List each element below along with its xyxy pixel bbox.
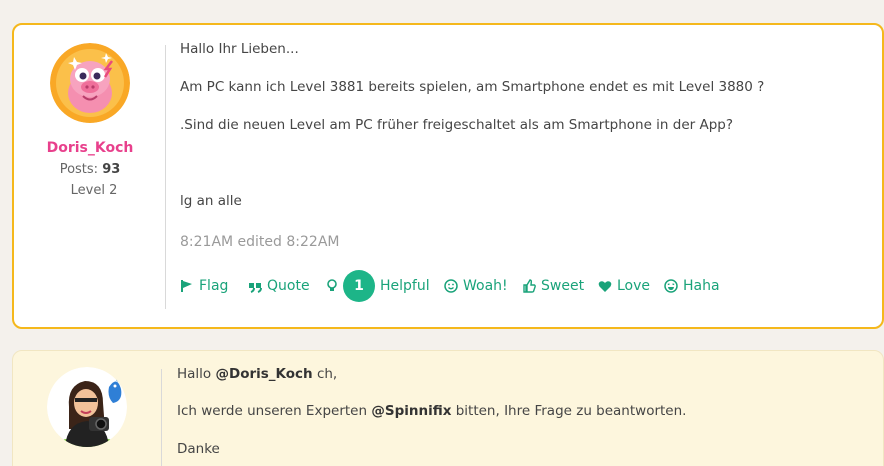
haha-label: Haha bbox=[683, 278, 720, 294]
helpful-count-badge: 1 bbox=[343, 270, 375, 302]
post-line: lg an alle bbox=[180, 193, 242, 209]
post-line: .Sind die neuen Level am PC früher freig… bbox=[180, 117, 734, 133]
post-timestamp: 8:21AM edited 8:22AM bbox=[180, 234, 340, 250]
woah-button[interactable]: Woah! bbox=[444, 270, 508, 302]
surprised-face-icon bbox=[444, 279, 458, 293]
heart-icon bbox=[598, 280, 612, 292]
thumbs-up-icon bbox=[523, 279, 536, 293]
haha-button[interactable]: Haha bbox=[664, 270, 720, 302]
mention-link[interactable]: @Doris_Koch bbox=[215, 366, 312, 382]
love-label: Love bbox=[617, 278, 651, 294]
posts-label: Posts: bbox=[59, 162, 99, 177]
post-card: Doris_Koch Posts: 93 Level 2 Hallo Ihr L… bbox=[12, 23, 884, 329]
divider bbox=[165, 45, 166, 309]
lightbulb-icon bbox=[327, 279, 337, 291]
quote-icon bbox=[249, 283, 262, 293]
post-line: Hallo Ihr Lieben... bbox=[180, 41, 299, 57]
reaction-bar: Flag Quote 1 Helpful Woah! Sweet Love Ha… bbox=[180, 270, 780, 302]
greeting-text: Hallo bbox=[177, 366, 212, 382]
love-button[interactable]: Love bbox=[598, 270, 650, 302]
posts-count: 93 bbox=[102, 162, 121, 177]
author-post-count: Posts: 93 bbox=[14, 162, 166, 177]
author-avatar[interactable] bbox=[47, 367, 127, 447]
flag-icon bbox=[181, 280, 192, 292]
divider bbox=[161, 369, 162, 466]
quote-button[interactable]: Quote bbox=[248, 270, 310, 302]
author-avatar[interactable] bbox=[50, 43, 130, 123]
reply-card: Hallo @Doris_Koch ch, Ich werde unseren … bbox=[12, 350, 884, 466]
flag-label: Flag bbox=[199, 278, 229, 294]
helpful-label: Helpful bbox=[380, 278, 430, 294]
bitmoji-avatar-icon bbox=[47, 367, 127, 447]
sweet-label: Sweet bbox=[541, 278, 585, 294]
author-name[interactable]: Doris_Koch bbox=[14, 140, 166, 156]
author-level: Level 2 bbox=[70, 183, 118, 198]
mention-link[interactable]: @Spinnifix bbox=[371, 403, 451, 419]
sweet-button[interactable]: Sweet bbox=[522, 270, 584, 302]
woah-label: Woah! bbox=[463, 278, 508, 294]
line-text: Ich werde unseren Experten bbox=[177, 403, 368, 419]
post-line: Hallo @Doris_Koch ch, bbox=[177, 366, 337, 382]
flag-button[interactable]: Flag bbox=[180, 270, 228, 302]
post-line: Ich werde unseren Experten @Spinnifix bi… bbox=[177, 403, 686, 419]
pig-avatar-icon bbox=[50, 43, 130, 123]
greeting-suffix: ch, bbox=[316, 366, 338, 382]
line-text: bitten, Ihre Frage zu beantworten. bbox=[455, 403, 687, 419]
post-line: Danke bbox=[177, 441, 220, 457]
laughing-face-icon bbox=[664, 279, 678, 293]
helpful-button[interactable]: 1 Helpful bbox=[326, 270, 430, 302]
quote-label: Quote bbox=[267, 278, 310, 294]
post-line: Am PC kann ich Level 3881 bereits spiele… bbox=[180, 79, 765, 95]
